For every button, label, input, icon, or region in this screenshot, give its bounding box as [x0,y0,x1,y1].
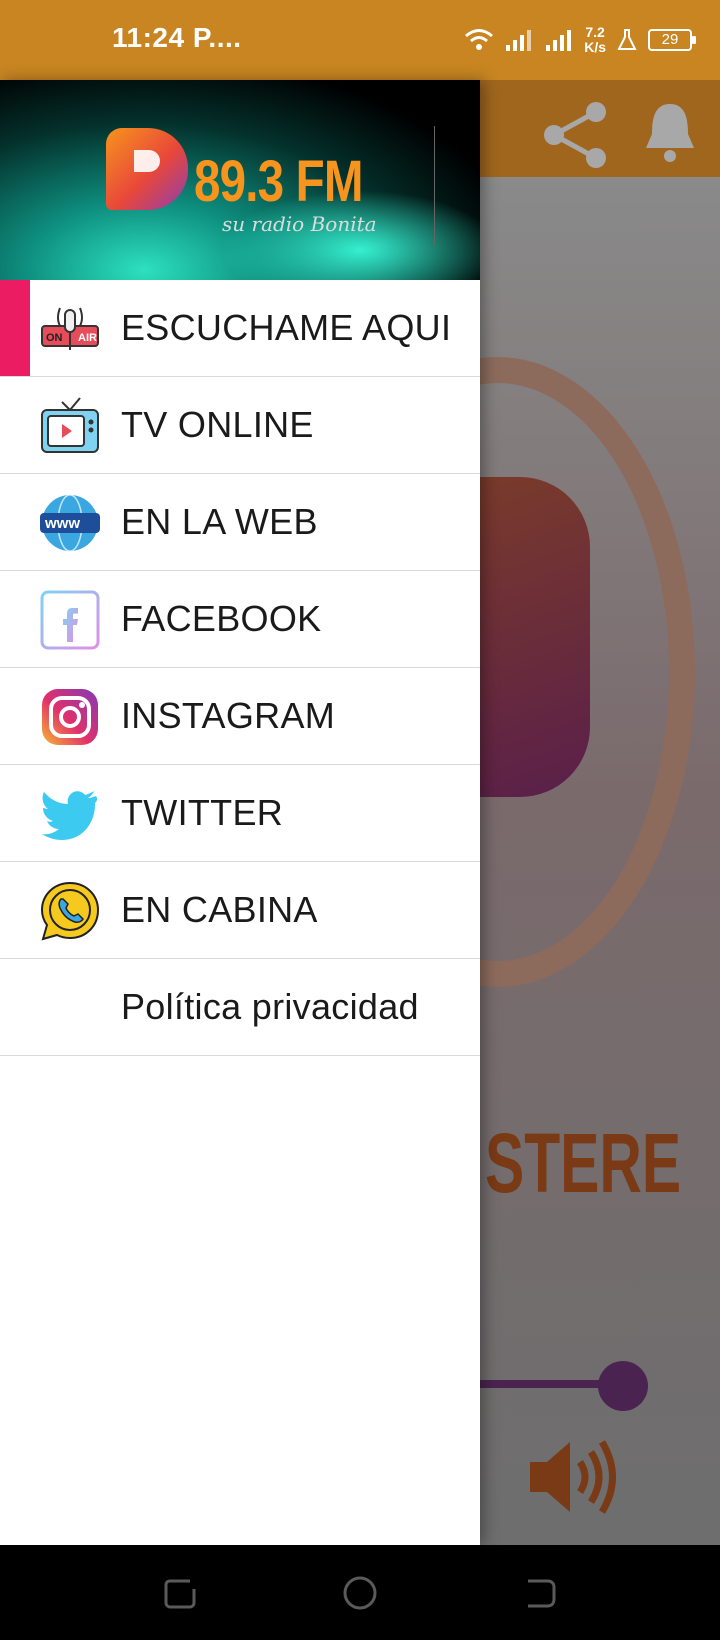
menu-item-facebook[interactable]: FACEBOOK [0,571,480,668]
flask-icon [617,29,637,50]
on-air-microphone-icon: ON AIR [40,299,100,359]
bell-icon [646,104,694,162]
menu-item-politica-privacidad[interactable]: Política privacidad [0,959,480,1056]
menu-item-label: EN LA WEB [121,501,318,542]
menu-item-label: TWITTER [121,792,284,833]
svg-text:www: www [44,515,80,532]
network-speed: 7.2 K/s [584,24,606,55]
menu-item-label: TV ONLINE [121,404,314,445]
battery-icon: 29 [648,29,696,51]
www-globe-icon: www [40,493,100,553]
tv-icon [40,396,100,456]
navigation-drawer: 89.3 FM su radio Bonita ON AIR ESCUCHAME… [0,80,480,1545]
menu-item-tv-online[interactable]: TV ONLINE [0,377,480,474]
status-bar: 11:24 P.... 7.2 K/s 29 [0,0,720,80]
share-icon [544,102,606,168]
drawer-header: 89.3 FM su radio Bonita [0,80,480,280]
menu-item-label: FACEBOOK [121,598,322,639]
logo-tagline: su radio Bonita [222,212,377,236]
menu-item-label: Política privacidad [121,986,419,1027]
home-icon[interactable] [340,1573,380,1613]
system-navigation-bar [0,1545,720,1640]
drawer-menu: ON AIR ESCUCHAME AQUI TV ONLINE www EN L… [0,280,480,1056]
instagram-icon [40,687,100,747]
menu-item-instagram[interactable]: INSTAGRAM [0,668,480,765]
station-logo: 89.3 FM [106,128,400,214]
facebook-icon [40,590,100,650]
whatsapp-icon [40,881,100,941]
signal-icon-2 [546,30,572,51]
volume-slider-knob [598,1361,648,1411]
menu-item-escuchame-aqui[interactable]: ON AIR ESCUCHAME AQUI [0,280,480,377]
twitter-icon [40,784,100,844]
svg-text:AIR: AIR [78,332,97,344]
menu-item-en-cabina[interactable]: EN CABINA [0,862,480,959]
status-icons: 7.2 K/s 29 [464,18,696,62]
status-time: 11:24 P.... [112,22,242,53]
menu-item-label: EN CABINA [121,889,318,930]
menu-item-label: ESCUCHAME AQUI [121,307,452,348]
logo-r-mark [106,128,188,210]
background-stereo-text: STERE [485,1116,682,1210]
menu-item-label: INSTAGRAM [121,695,336,736]
menu-item-en-la-web[interactable]: www EN LA WEB [0,474,480,571]
svg-text:ON: ON [46,332,63,344]
menu-item-twitter[interactable]: TWITTER [0,765,480,862]
wifi-icon [465,29,494,50]
signal-icon [506,30,532,51]
logo-text: 89.3 FM [194,149,364,214]
background-logo [470,477,590,797]
volume-icon [530,1440,616,1514]
back-icon[interactable] [520,1573,560,1613]
recent-apps-icon[interactable] [160,1573,200,1613]
